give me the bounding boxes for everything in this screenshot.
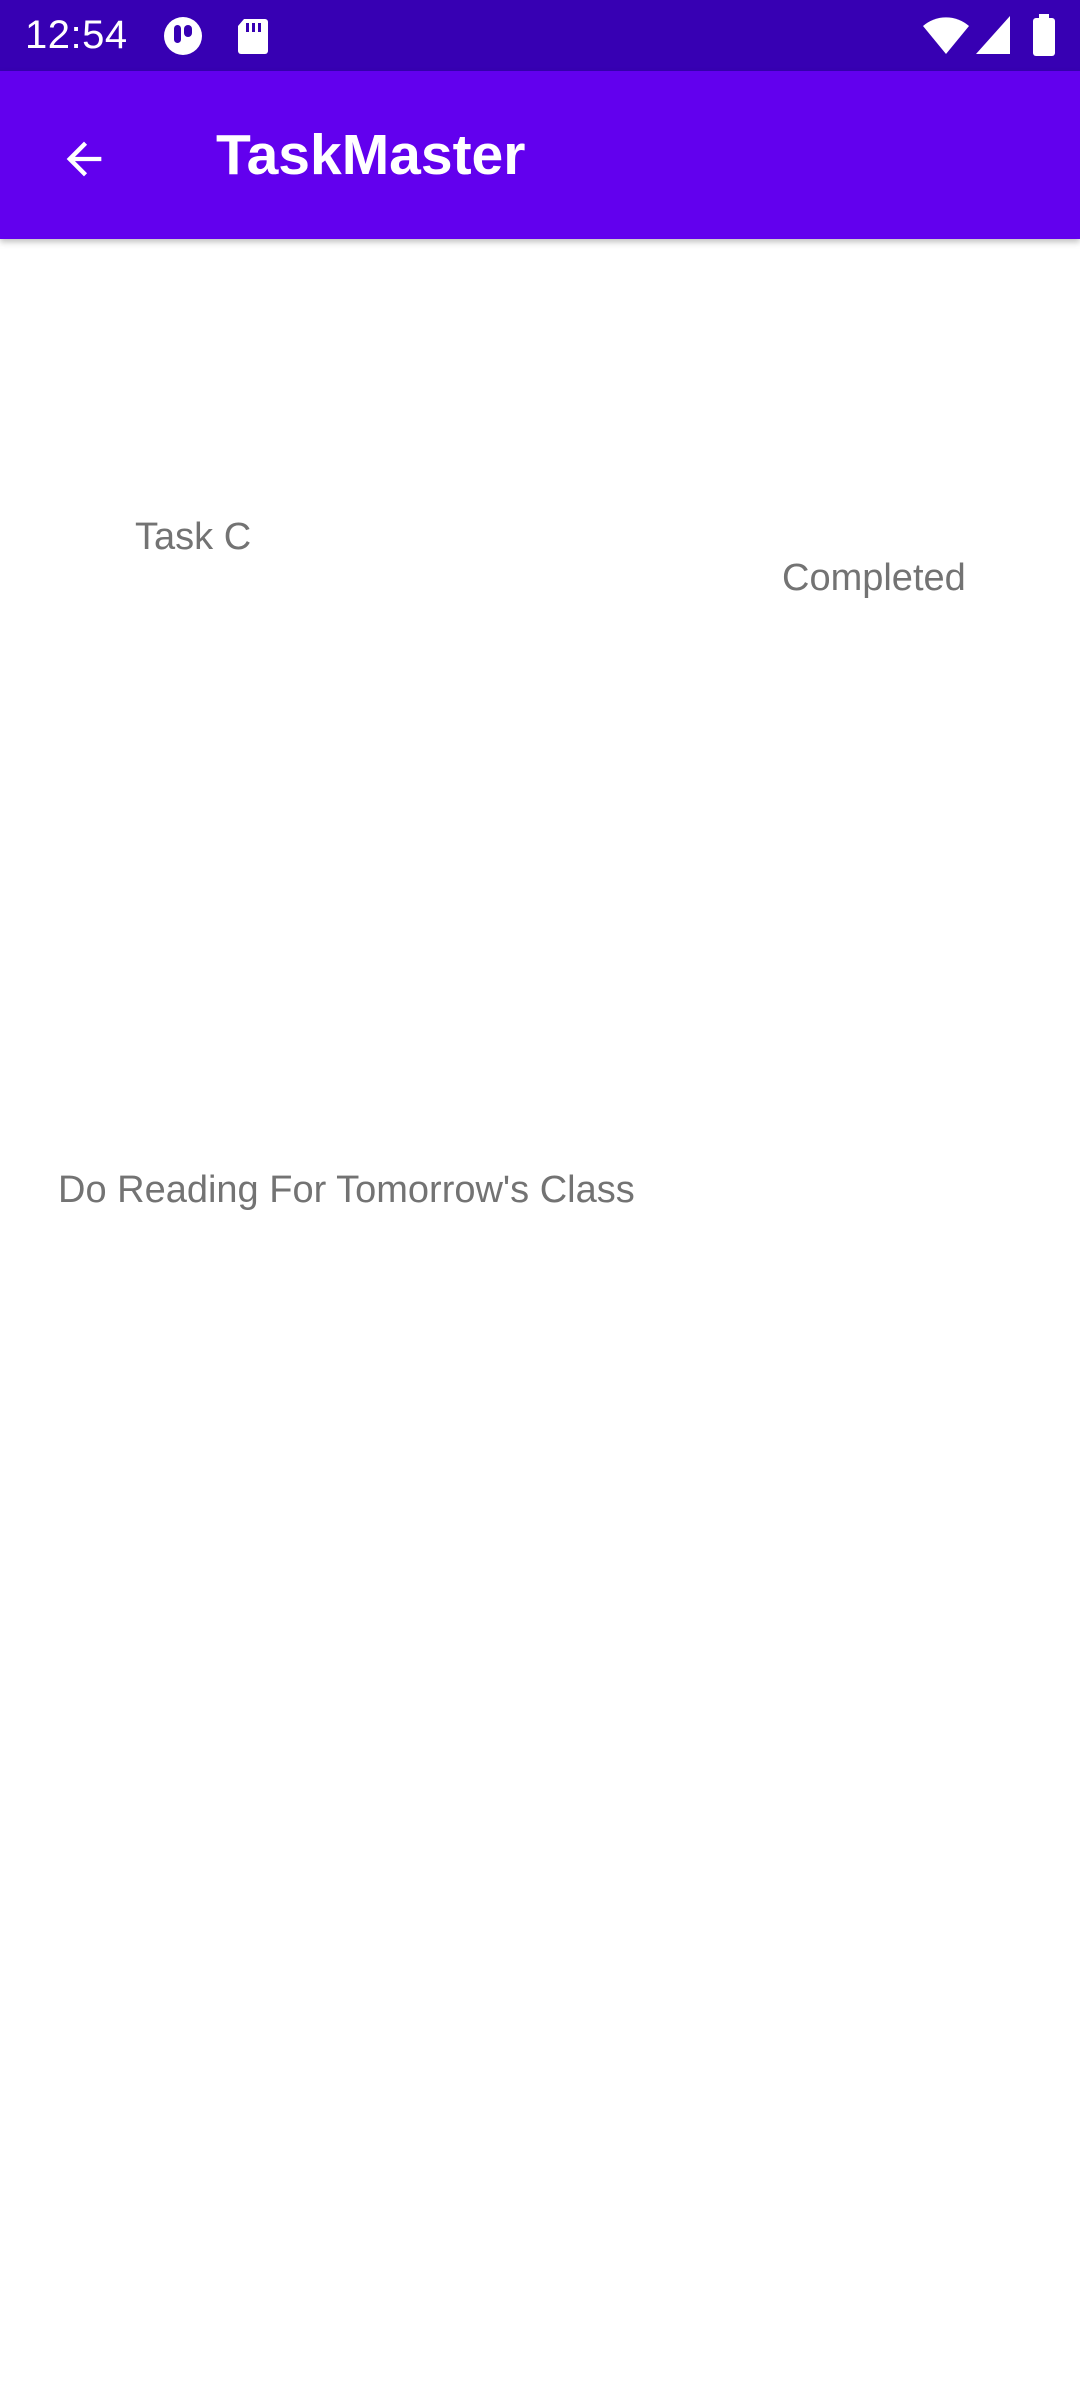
task-description: Do Reading For Tomorrow's Class (58, 1169, 635, 1211)
task-detail: Task C Completed Do Reading For Tomorrow… (0, 239, 1080, 2400)
notification-app-icon (164, 17, 202, 55)
signal-icon (976, 16, 1010, 54)
arrow-back-icon (66, 141, 102, 177)
task-title: Task C (135, 516, 252, 558)
battery-icon (1033, 14, 1055, 56)
sd-card-icon (238, 19, 268, 54)
app-title: TaskMaster (216, 123, 526, 187)
status-time: 12:54 (25, 13, 128, 57)
status-bar: 12:54 (0, 0, 1080, 71)
wifi-icon (923, 17, 969, 54)
app-bar: TaskMaster (0, 71, 1080, 239)
task-status: Completed (782, 557, 966, 599)
back-button[interactable] (36, 111, 132, 207)
